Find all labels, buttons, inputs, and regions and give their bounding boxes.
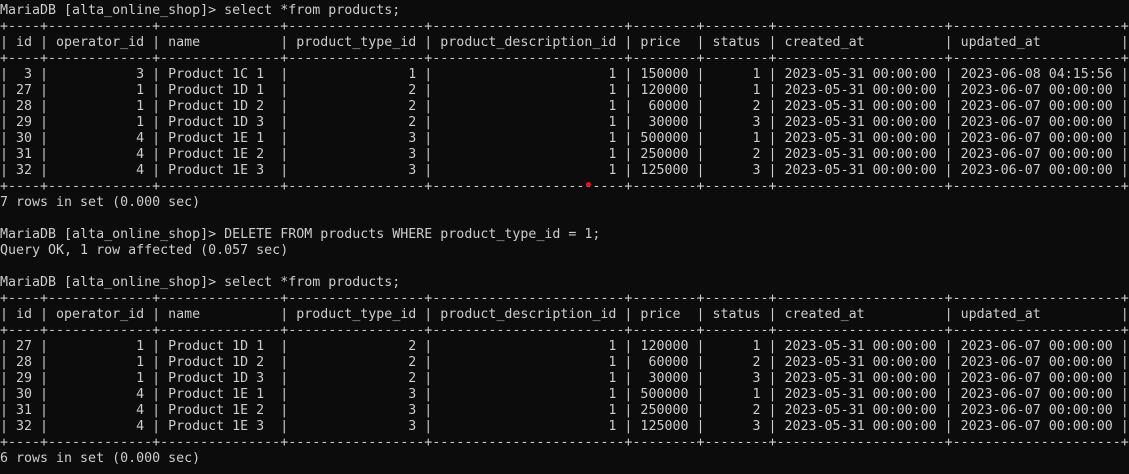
table-row: | 29 | 1 | Product 1D 3 | 2 | 1 | 30000 … [0, 115, 1129, 130]
table-row: | 30 | 4 | Product 1E 1 | 3 | 1 | 500000… [0, 387, 1129, 402]
table-border-line: +----+-------------+---------------+----… [0, 435, 1129, 450]
query-status-line: Query OK, 1 row affected (0.057 sec) [0, 243, 289, 258]
command-prompt-line: MariaDB [alta_online_shop]> DELETE FROM … [0, 227, 601, 242]
table-border-line: +----+-------------+---------------+----… [0, 51, 1129, 66]
table-row: | 32 | 4 | Product 1E 3 | 3 | 1 | 125000… [0, 419, 1129, 434]
table-border-line: +----+-------------+---------------+----… [0, 19, 1129, 34]
result-summary-line: 6 rows in set (0.000 sec) [0, 451, 201, 466]
terminal-window[interactable]: MariaDB [alta_online_shop]> select *from… [0, 0, 1129, 474]
table-row: | 31 | 4 | Product 1E 2 | 3 | 1 | 250000… [0, 147, 1129, 162]
command-prompt-line: MariaDB [alta_online_shop]> select *from… [0, 275, 401, 290]
red-dot-marker [586, 182, 591, 187]
table-row: | 27 | 1 | Product 1D 1 | 2 | 1 | 120000… [0, 339, 1129, 354]
result-summary-line: 7 rows in set (0.000 sec) [0, 195, 201, 210]
table-header-row: | id | operator_id | name | product_type… [0, 307, 1129, 322]
console-output: MariaDB [alta_online_shop]> select *from… [0, 0, 1129, 467]
table-row: | 29 | 1 | Product 1D 3 | 2 | 1 | 30000 … [0, 371, 1129, 386]
table-row: | 32 | 4 | Product 1E 3 | 3 | 1 | 125000… [0, 163, 1129, 178]
table-row: | 30 | 4 | Product 1E 1 | 3 | 1 | 500000… [0, 131, 1129, 146]
table-border-line: +----+-------------+---------------+----… [0, 291, 1129, 306]
table-row: | 27 | 1 | Product 1D 1 | 2 | 1 | 120000… [0, 83, 1129, 98]
table-border-line: +----+-------------+---------------+----… [0, 323, 1129, 338]
table-row: | 3 | 3 | Product 1C 1 | 1 | 1 | 150000 … [0, 67, 1129, 82]
table-row: | 31 | 4 | Product 1E 2 | 3 | 1 | 250000… [0, 403, 1129, 418]
command-prompt-line: MariaDB [alta_online_shop]> select *from… [0, 3, 401, 18]
table-header-row: | id | operator_id | name | product_type… [0, 35, 1129, 50]
table-border-line: +----+-------------+---------------+----… [0, 179, 1129, 194]
table-row: | 28 | 1 | Product 1D 2 | 2 | 1 | 60000 … [0, 99, 1129, 114]
table-row: | 28 | 1 | Product 1D 2 | 2 | 1 | 60000 … [0, 355, 1129, 370]
